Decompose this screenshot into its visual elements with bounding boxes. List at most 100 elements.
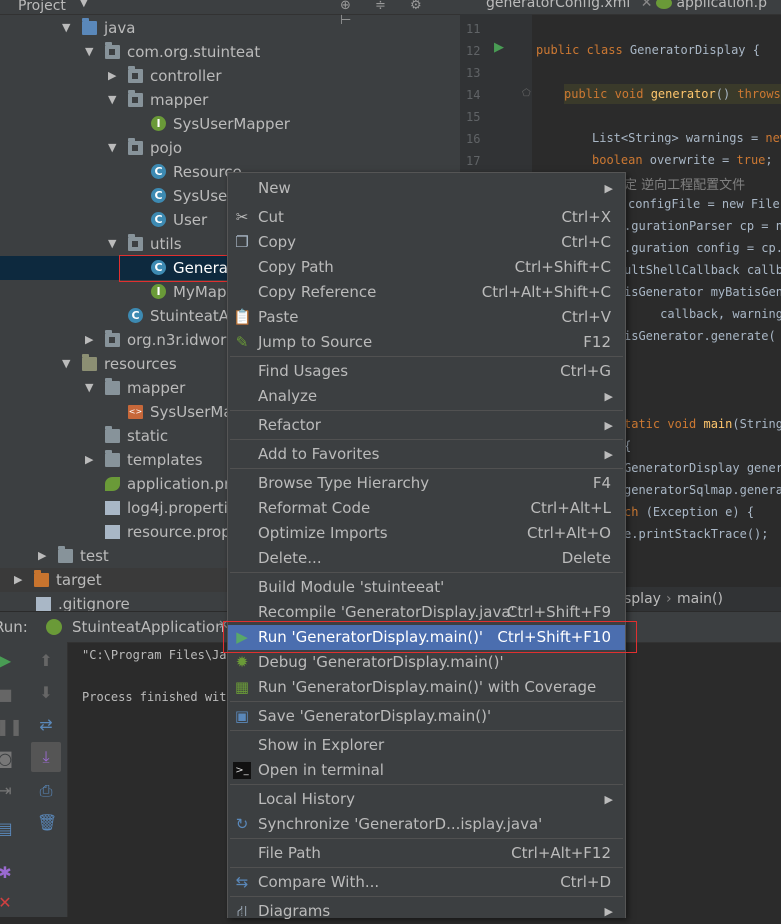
chevron-down-icon[interactable]: ▼ — [108, 88, 120, 112]
menu-item-copy-path[interactable]: Copy Path Ctrl+Shift+C — [228, 255, 625, 280]
menu-item-debug[interactable]: ✹ Debug 'GeneratorDisplay.main()' — [228, 650, 625, 675]
menu-item-find-usages[interactable]: Find Usages Ctrl+G — [228, 359, 625, 384]
chevron-down-icon[interactable]: ▼ — [80, 0, 88, 9]
keyword: boolean — [592, 153, 650, 167]
exit-icon[interactable]: ⇥ — [0, 782, 14, 800]
package-icon — [105, 42, 120, 59]
menu-item-save[interactable]: ▣ Save 'GeneratorDisplay.main()' — [228, 704, 625, 729]
chevron-down-icon[interactable]: ▼ — [62, 352, 74, 376]
tree-label: test — [80, 547, 109, 565]
camera-icon[interactable]: ◙ — [0, 750, 14, 768]
chevron-right-icon[interactable]: ▶ — [108, 64, 120, 88]
code-line: ch (Exception e) { — [624, 505, 754, 519]
chevron-down-icon[interactable]: ▼ — [108, 136, 120, 160]
menu-label: Copy — [258, 233, 297, 251]
menu-item-analyze[interactable]: Analyze ▶ — [228, 384, 625, 409]
menu-item-copy[interactable]: ❐ Copy Ctrl+C — [228, 230, 625, 255]
run-gutter-icon[interactable]: ▶ — [494, 40, 504, 55]
chevron-down-icon[interactable]: ▼ — [108, 232, 120, 256]
menu-item-synchronize[interactable]: ↻ Synchronize 'GeneratorD...isplay.java' — [228, 812, 625, 837]
chevron-right-icon[interactable]: ▶ — [85, 328, 97, 352]
settings-icon[interactable]: ✱ — [0, 864, 14, 882]
annotation-highlight-box — [119, 255, 233, 282]
copy-icon: ❐ — [235, 233, 249, 251]
tree-item-package[interactable]: ▼ com.org.stuinteat — [0, 40, 460, 64]
tree-label: java — [104, 19, 136, 37]
code-line: ultShellCallback callba — [624, 263, 781, 277]
folder-icon — [105, 450, 120, 467]
properties-file-icon — [105, 501, 120, 515]
menu-item-show-in-explorer[interactable]: Show in Explorer — [228, 733, 625, 758]
chevron-down-icon[interactable]: ▼ — [85, 376, 97, 400]
menu-item-file-path[interactable]: File Path Ctrl+Alt+F12 — [228, 841, 625, 866]
menu-item-new[interactable]: New ▶ — [228, 176, 625, 201]
arrow-up-icon[interactable]: ⬆ — [37, 652, 55, 670]
editor-tab[interactable]: generatorConfig.xml ✕ — [464, 0, 653, 14]
menu-item-refactor[interactable]: Refactor ▶ — [228, 413, 625, 438]
trash-icon[interactable]: 🗑 — [37, 814, 57, 832]
code-line: tatic void main(String[ — [624, 417, 781, 431]
menu-item-build-module[interactable]: Build Module 'stuinteeat' — [228, 575, 625, 600]
code-line: public void generator() throws — [564, 87, 781, 101]
menu-item-browse-type-hierarchy[interactable]: Browse Type Hierarchy F4 — [228, 471, 625, 496]
menu-item-delete[interactable]: Delete... Delete — [228, 546, 625, 571]
keyword: public class — [536, 43, 630, 57]
console-output-line: "C:\Program Files\Jav — [82, 648, 234, 662]
breadcrumb-item[interactable]: splay — [624, 587, 661, 611]
project-title[interactable]: Project — [18, 0, 66, 14]
print-icon[interactable]: ⎙ — [37, 782, 55, 800]
tree-label: SysUserMapper — [173, 115, 290, 133]
editor-tab[interactable]: application.p — [656, 0, 767, 14]
tree-item-mapper[interactable]: ▼ mapper — [0, 88, 460, 112]
menu-item-open-in-terminal[interactable]: >_ Open in terminal — [228, 758, 625, 783]
menu-item-paste[interactable]: 📋 Paste Ctrl+V — [228, 305, 625, 330]
menu-item-local-history[interactable]: Local History ▶ — [228, 787, 625, 812]
chevron-right-icon[interactable]: ▶ — [85, 448, 97, 472]
interface-icon: I — [151, 284, 166, 299]
menu-separator — [230, 356, 623, 357]
menu-item-diagrams[interactable]: ⛙ Diagrams ▶ — [228, 899, 625, 924]
chevron-right-icon[interactable]: ▶ — [14, 568, 26, 592]
layout-icon[interactable]: ▤ — [0, 820, 14, 838]
tree-label: application.pro — [127, 475, 240, 493]
fold-icon[interactable]: ⬠ — [522, 88, 531, 99]
scroll-to-end-icon: ⤓ — [42, 747, 50, 766]
code-line: callback, warnings) — [624, 307, 781, 321]
code-line: .gurationParser cp = ne — [624, 219, 781, 233]
pause-icon[interactable]: ❚❚ — [0, 718, 23, 736]
run-tab-label[interactable]: StuinteatApplication — [72, 618, 225, 636]
soft-wrap-icon[interactable]: ⇄ — [37, 716, 55, 734]
breadcrumb-item[interactable]: main() — [677, 587, 723, 611]
menu-item-compare-with[interactable]: ⇆ Compare With... Ctrl+D — [228, 870, 625, 895]
menu-label: Analyze — [258, 387, 318, 405]
close-icon[interactable]: ✕ — [0, 894, 14, 912]
tree-label: static — [127, 427, 169, 445]
close-icon[interactable]: ✕ — [641, 0, 653, 11]
menu-item-optimize-imports[interactable]: Optimize Imports Ctrl+Alt+O — [228, 521, 625, 546]
stop-icon[interactable]: ■ — [0, 686, 14, 704]
tree-label: mapper — [127, 379, 186, 397]
menu-shortcut: Ctrl+Alt+O — [527, 524, 611, 542]
tree-item-sysusermapper[interactable]: I SysUserMapper — [0, 112, 460, 136]
tree-item-pojo[interactable]: ▼ pojo — [0, 136, 460, 160]
menu-separator — [230, 439, 623, 440]
menu-item-copy-reference[interactable]: Copy Reference Ctrl+Alt+Shift+C — [228, 280, 625, 305]
menu-item-jump-to-source[interactable]: ✎ Jump to Source F12 — [228, 330, 625, 355]
chevron-right-icon[interactable]: ▶ — [38, 544, 50, 568]
chevron-down-icon[interactable]: ▼ — [85, 40, 97, 64]
tree-label: templates — [127, 451, 203, 469]
menu-label: Reformat Code — [258, 499, 371, 517]
menu-item-reformat-code[interactable]: Reformat Code Ctrl+Alt+L — [228, 496, 625, 521]
menu-shortcut: Ctrl+Alt+Shift+C — [481, 283, 611, 301]
tree-label: controller — [150, 67, 222, 85]
menu-item-cut[interactable]: ✂ Cut Ctrl+X — [228, 205, 625, 230]
tree-item-java[interactable]: ▼ java — [0, 16, 460, 40]
menu-item-run-coverage[interactable]: ▦ Run 'GeneratorDisplay.main()' with Cov… — [228, 675, 625, 700]
tree-item-controller[interactable]: ▶ controller — [0, 64, 460, 88]
code-line: isGenerator myBatisGen — [624, 285, 781, 299]
rerun-icon[interactable]: ▶ — [0, 652, 14, 670]
chevron-down-icon[interactable]: ▼ — [62, 16, 74, 40]
menu-item-add-to-favorites[interactable]: Add to Favorites ▶ — [228, 442, 625, 467]
arrow-down-icon[interactable]: ⬇ — [37, 684, 55, 702]
function-name: generator — [650, 87, 716, 101]
